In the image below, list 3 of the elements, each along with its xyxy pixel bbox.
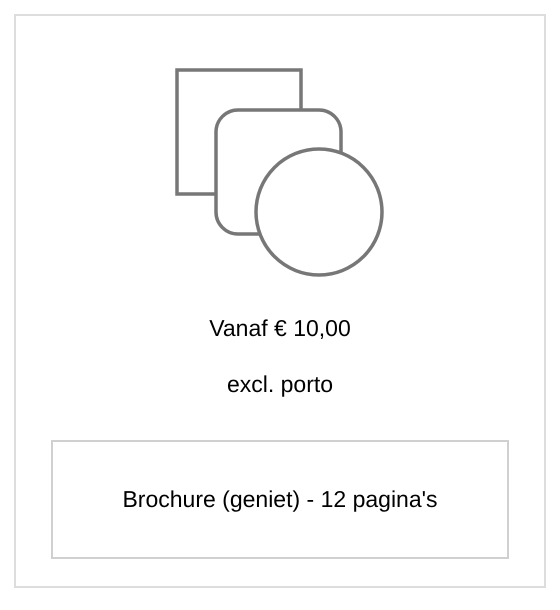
price-text: Vanaf € 10,00 [209,314,351,342]
shipping-note: excl. porto [226,370,334,398]
option-button[interactable]: Brochure (geniet) - 12 pagina's [51,440,509,559]
